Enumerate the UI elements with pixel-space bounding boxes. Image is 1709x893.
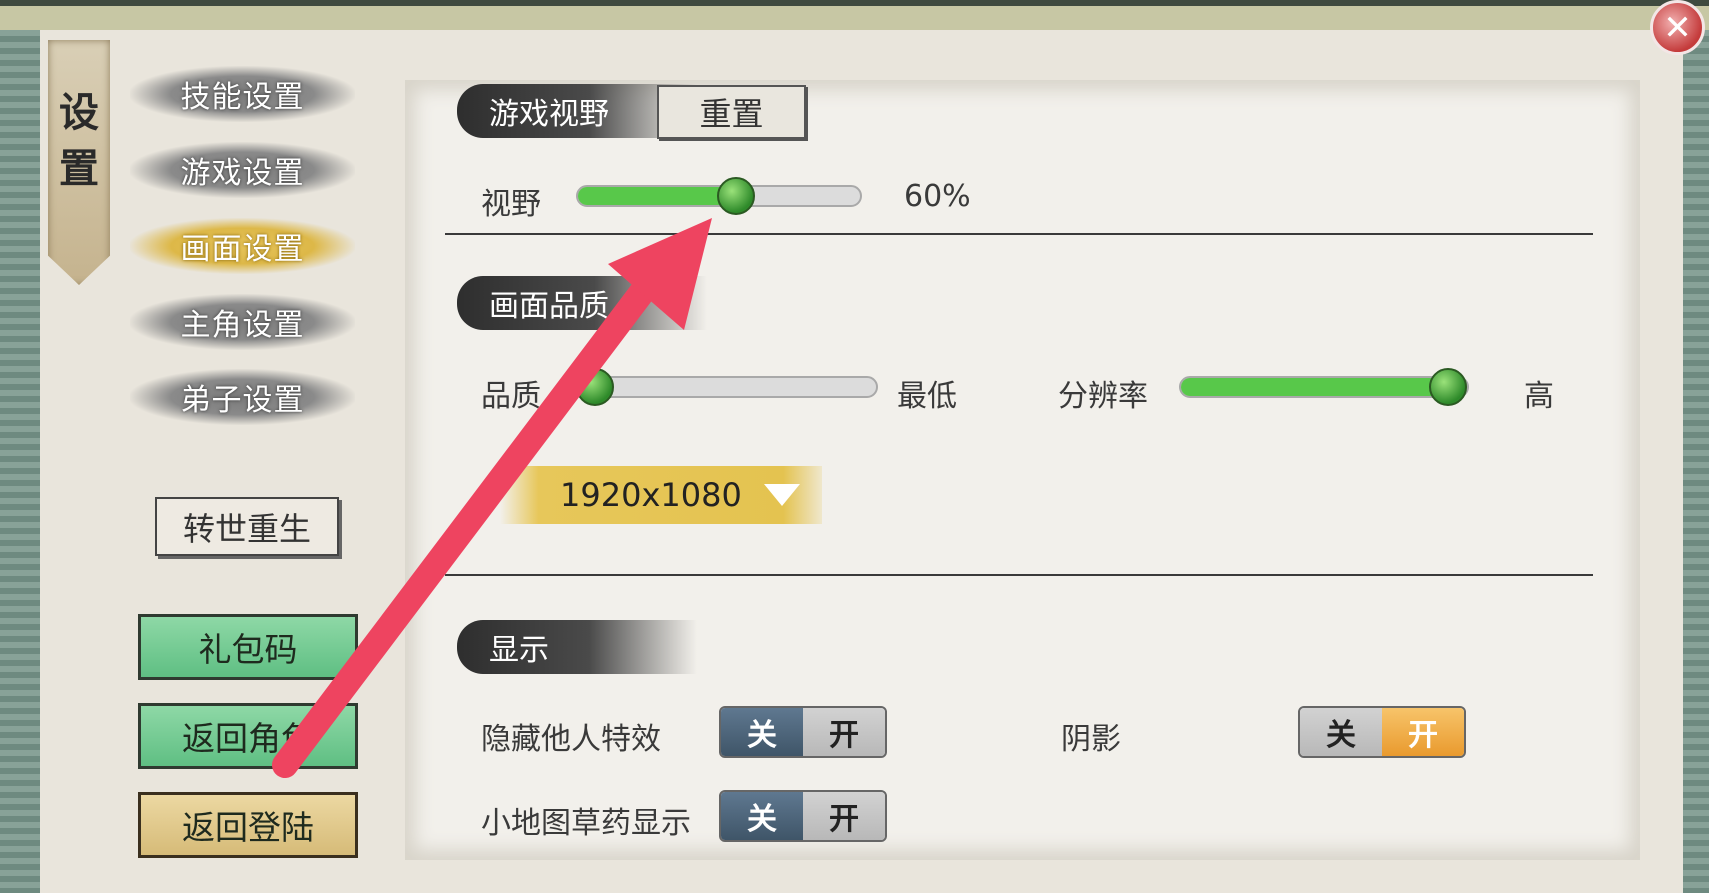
annotation-arrow bbox=[272, 218, 712, 778]
annotation-arrow-shaft bbox=[272, 262, 668, 778]
